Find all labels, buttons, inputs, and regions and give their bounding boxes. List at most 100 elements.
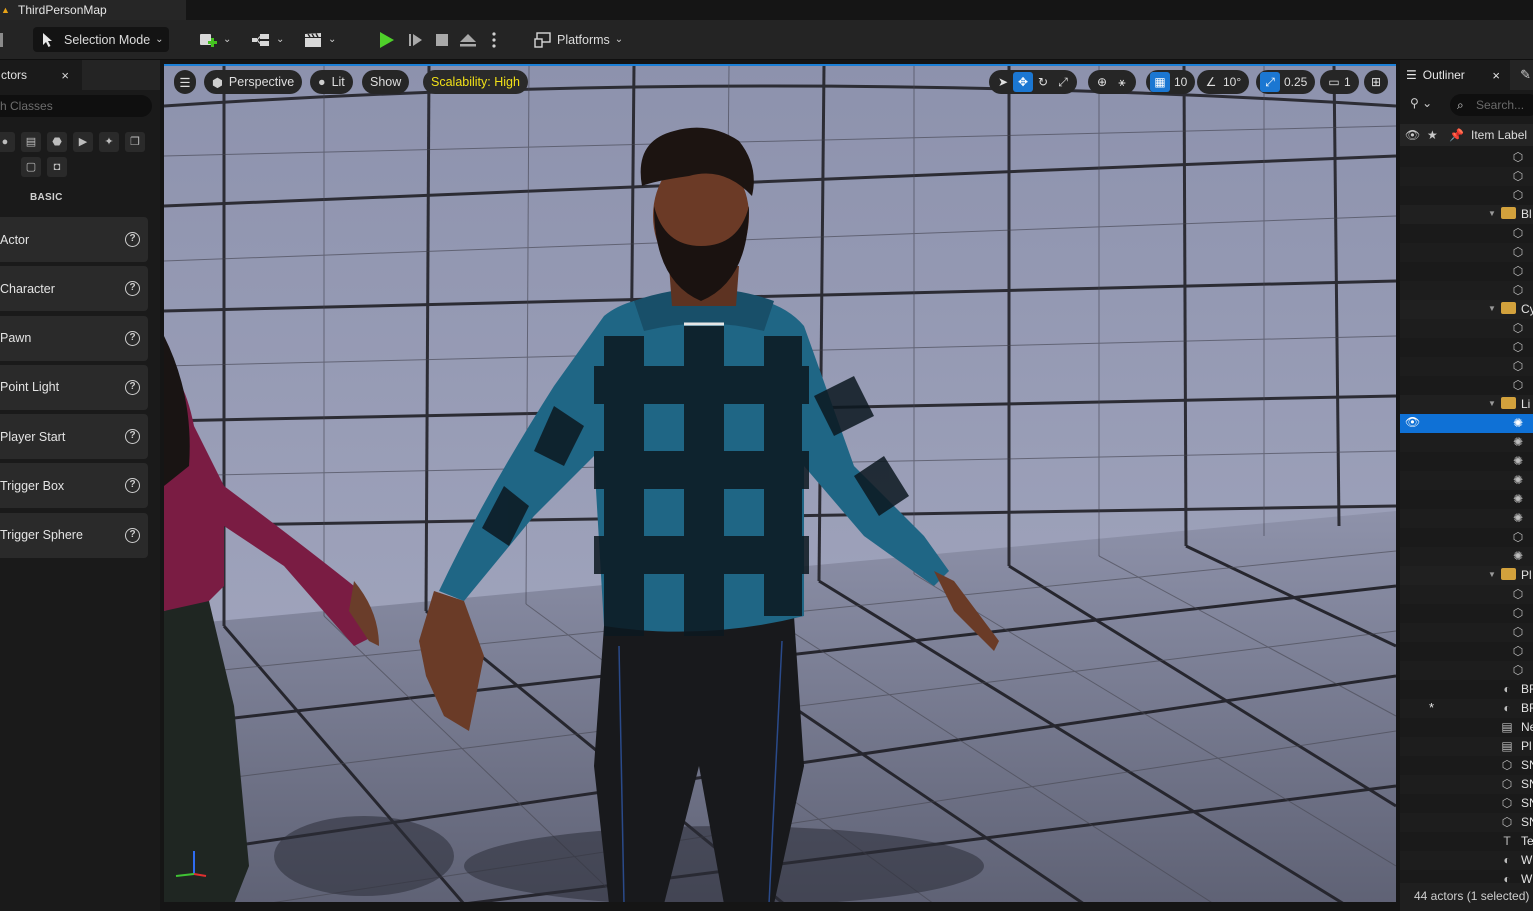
help-icon[interactable]: ? [125, 478, 140, 494]
filter-dropdown[interactable]: ⚲ ⌄ [1410, 96, 1432, 110]
outliner-actor-row[interactable]: ⬡ [1400, 148, 1533, 167]
outliner-actor-row[interactable]: ✺ [1400, 433, 1533, 452]
outliner-actor-row[interactable]: ⬡ [1400, 167, 1533, 186]
expand-arrow-icon[interactable]: ▼ [1488, 209, 1496, 218]
outliner-actor-row[interactable]: ⬡ [1400, 528, 1533, 547]
angle-icon[interactable]: ∠ [1201, 72, 1221, 92]
viewport-scene[interactable] [164, 66, 1396, 902]
shapes-icon[interactable]: ▢ [21, 157, 41, 177]
outliner-actor-row[interactable]: ◐ BF [1400, 680, 1533, 699]
list-item-trigger-sphere[interactable]: Trigger Sphere? [0, 512, 148, 558]
surface-snap-icon[interactable]: ⚹ [1112, 72, 1132, 92]
item-label-column[interactable]: Item Label [1471, 128, 1527, 142]
move-tool-icon[interactable]: ✥ [1013, 72, 1033, 92]
viewport-menu-button[interactable]: ☰ [174, 70, 196, 94]
expand-arrow-icon[interactable]: ▼ [1488, 570, 1496, 579]
rotation-snap-value[interactable]: 10° [1223, 75, 1241, 89]
play-button[interactable] [376, 27, 398, 52]
rotation-snap-control[interactable]: ∠ 10° [1197, 70, 1250, 94]
outliner-actor-row[interactable]: ⬡ [1400, 281, 1533, 300]
list-item-point-light[interactable]: Point Light? [0, 364, 148, 410]
volumes-icon[interactable]: ✦ [99, 132, 119, 152]
selection-mode-dropdown[interactable]: Selection Mode ⌄ [33, 27, 169, 52]
pencil-icon[interactable]: ✎ [1520, 67, 1531, 83]
list-item-actor[interactable]: Actor? [0, 217, 148, 262]
cinematics-button[interactable]: ⌄ [303, 27, 336, 52]
pin-icon[interactable]: 📌 [1449, 128, 1469, 142]
grid-snap-icon[interactable]: ▦ [1150, 72, 1170, 92]
advance-frame-button[interactable] [407, 27, 423, 52]
outliner-actor-row[interactable]: ✺ [1400, 490, 1533, 509]
platforms-dropdown[interactable]: Platforms ⌄ [534, 27, 623, 52]
outliner-actor-row[interactable]: ✺ [1400, 471, 1533, 490]
close-icon[interactable]: × [61, 68, 69, 83]
scale-snap-value[interactable]: 0.25 [1284, 75, 1307, 89]
outliner-actor-row[interactable]: ⬡ [1400, 319, 1533, 338]
camera-speed-value[interactable]: 1 [1344, 75, 1351, 89]
outliner-actor-row[interactable]: ⬡ [1400, 585, 1533, 604]
all-classes-icon[interactable]: ❐ [125, 132, 145, 152]
eject-button[interactable] [459, 27, 477, 52]
outliner-actor-row[interactable]: ✺ [1400, 509, 1533, 528]
cinematic-icon[interactable]: ▤ [21, 132, 41, 152]
outliner-actor-row[interactable]: T Te [1400, 832, 1533, 851]
outliner-actor-row[interactable]: ⬡ [1400, 262, 1533, 281]
star-icon[interactable]: * [1429, 700, 1434, 715]
rotate-tool-icon[interactable]: ↻ [1033, 72, 1053, 92]
recent-icon[interactable]: ◘ [47, 157, 67, 177]
outliner-tab[interactable]: ☰ Outliner × [1400, 60, 1510, 90]
outliner-actor-row[interactable]: ⬡ [1400, 376, 1533, 395]
outliner-actor-row[interactable]: ⬡ [1400, 338, 1533, 357]
outliner-actor-row[interactable]: ✺ [1400, 547, 1533, 566]
play-options-button[interactable] [490, 27, 498, 52]
help-icon[interactable]: ? [125, 429, 140, 445]
outliner-actor-row[interactable]: ◐ W [1400, 851, 1533, 870]
layout-button[interactable]: ⊞ [1364, 70, 1388, 94]
stop-button[interactable] [434, 27, 450, 52]
place-actors-tab[interactable]: ctors × [0, 60, 82, 90]
outliner-actor-row[interactable]: ⬡ SN [1400, 813, 1533, 832]
outliner-actor-row[interactable]: ⬡ [1400, 224, 1533, 243]
outliner-folder-row[interactable]: ▼ Pl [1400, 566, 1533, 585]
outliner-actor-row[interactable]: ⬡ [1400, 604, 1533, 623]
level-viewport[interactable]: ☰ ⬢ Perspective ● Lit Show Scalability: … [164, 64, 1396, 902]
select-tool-icon[interactable]: ➤ [993, 72, 1013, 92]
outliner-actor-row[interactable]: ▤ Ne [1400, 718, 1533, 737]
visual-effects-icon[interactable]: ⬣ [47, 132, 67, 152]
world-globe-icon[interactable]: ⊕ [1092, 72, 1112, 92]
outliner-actor-row[interactable]: ▤ Pl [1400, 737, 1533, 756]
search-classes-input[interactable]: h Classes [0, 95, 152, 117]
outliner-actor-row[interactable]: * ◐ BF [1400, 699, 1533, 718]
blueprints-button[interactable]: ⌄ [251, 27, 284, 52]
list-item-character[interactable]: Character? [0, 266, 148, 312]
scale-snap-icon[interactable]: ⤢ [1260, 72, 1280, 92]
outliner-folder-row[interactable]: ▼ Cy [1400, 300, 1533, 319]
outliner-actor-row[interactable]: ⬡ [1400, 243, 1533, 262]
list-item-player-start[interactable]: Player Start? [0, 414, 148, 460]
help-icon[interactable]: ? [125, 379, 140, 395]
grid-snap-control[interactable]: ▦ 10 [1146, 70, 1196, 94]
scale-tool-icon[interactable]: ⤢ [1053, 72, 1073, 92]
perspective-button[interactable]: ⬢ Perspective [204, 70, 303, 94]
outliner-actor-row[interactable]: ⬡ [1400, 357, 1533, 376]
level-tab[interactable]: ▲ ThirdPersonMap [0, 0, 186, 20]
outliner-actor-row[interactable]: 👁 ✺ [1400, 414, 1533, 433]
scalability-button[interactable]: Scalability: High [423, 70, 528, 94]
grid-snap-value[interactable]: 10 [1174, 75, 1187, 89]
outliner-actor-row[interactable]: ⬡ SN [1400, 794, 1533, 813]
camera-speed-control[interactable]: ▭ 1 [1320, 70, 1359, 94]
list-item-pawn[interactable]: Pawn? [0, 315, 148, 361]
help-icon[interactable]: ? [125, 330, 140, 346]
close-icon[interactable]: × [1492, 68, 1500, 83]
list-item-trigger-box[interactable]: Trigger Box? [0, 463, 148, 509]
visibility-eye-icon[interactable]: 👁 [1405, 415, 1420, 429]
help-icon[interactable]: ? [125, 281, 140, 297]
outliner-actor-row[interactable]: ✺ [1400, 452, 1533, 471]
help-icon[interactable]: ? [125, 232, 140, 247]
outliner-actor-row[interactable]: ⬡ SN [1400, 756, 1533, 775]
camera-icon[interactable]: ▭ [1324, 72, 1344, 92]
outliner-actor-row[interactable]: ⬡ [1400, 661, 1533, 680]
outliner-actor-row[interactable]: ⬡ [1400, 623, 1533, 642]
expand-arrow-icon[interactable]: ▼ [1488, 304, 1496, 313]
pin-column-star-icon[interactable]: ★ [1427, 128, 1449, 142]
